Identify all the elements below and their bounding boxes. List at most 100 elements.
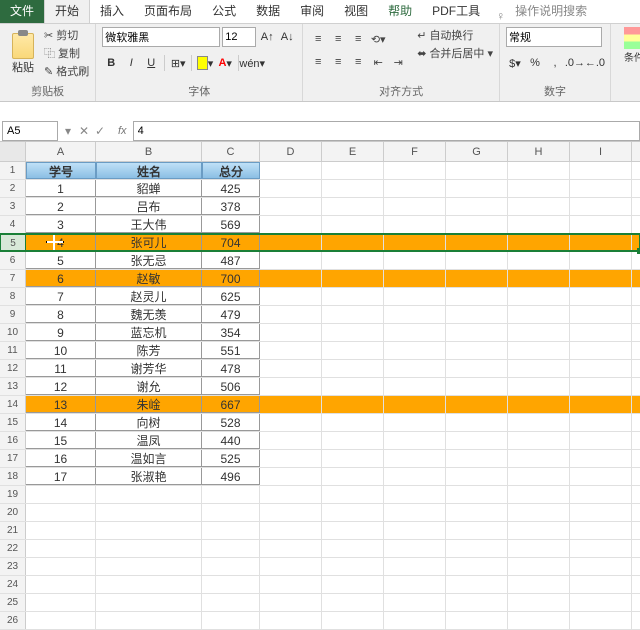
cell[interactable] [570,540,632,557]
wrap-text-button[interactable]: ↵ 自动换行 [417,27,493,43]
cell[interactable] [508,270,570,287]
cell[interactable] [384,234,446,251]
col-header[interactable]: B [96,142,202,161]
row-header[interactable]: 10 [0,324,26,341]
cell[interactable] [322,468,384,485]
align-left-button[interactable]: ≡ [309,53,327,71]
cell[interactable]: 1 [26,180,96,197]
row-header[interactable]: 6 [0,252,26,269]
align-bottom-button[interactable]: ≡ [349,30,367,48]
italic-button[interactable]: I [122,54,140,72]
cell[interactable] [508,198,570,215]
cell[interactable] [384,342,446,359]
cell[interactable] [570,180,632,197]
cell[interactable]: 温如言 [96,450,202,467]
tab-file[interactable]: 文件 [0,0,44,23]
cell[interactable]: 总分 [202,162,260,179]
cell[interactable] [570,594,632,611]
cell[interactable] [508,360,570,377]
cell[interactable] [322,414,384,431]
comma-button[interactable]: , [546,54,564,72]
cell[interactable] [446,558,508,575]
cell[interactable] [322,306,384,323]
cell[interactable]: 学号 [26,162,96,179]
underline-button[interactable]: U [142,54,160,72]
cell[interactable] [260,594,322,611]
row-header[interactable]: 4 [0,216,26,233]
cell[interactable] [26,540,96,557]
cell[interactable] [570,162,632,179]
cell[interactable]: 667 [202,396,260,413]
row-header[interactable]: 18 [0,468,26,485]
cell[interactable] [446,216,508,233]
cell[interactable] [260,360,322,377]
row-header[interactable]: 26 [0,612,26,629]
cell[interactable] [202,594,260,611]
row-header[interactable]: 14 [0,396,26,413]
cell[interactable] [446,252,508,269]
cell[interactable]: 378 [202,198,260,215]
cell[interactable] [508,612,570,629]
tab-review[interactable]: 审阅 [290,0,334,23]
cell[interactable] [322,504,384,521]
row-header[interactable]: 21 [0,522,26,539]
cell[interactable] [384,324,446,341]
cell[interactable]: 张可儿 [96,234,202,251]
align-center-button[interactable]: ≡ [329,53,347,71]
cell[interactable] [322,180,384,197]
cell[interactable] [322,378,384,395]
cell[interactable] [508,540,570,557]
font-size-combo[interactable] [222,27,256,47]
cell[interactable]: 陈芳 [96,342,202,359]
align-right-button[interactable]: ≡ [349,53,367,71]
cell[interactable] [446,486,508,503]
cell[interactable]: 向树 [96,414,202,431]
fill-color-button[interactable]: ▾ [196,54,214,72]
font-name-combo[interactable] [102,27,220,47]
cell[interactable] [260,504,322,521]
cell[interactable] [508,414,570,431]
cell[interactable] [446,180,508,197]
indent-inc-button[interactable]: ⇥ [389,53,407,71]
cell[interactable] [570,216,632,233]
cell[interactable] [384,432,446,449]
cell[interactable]: 谢芳华 [96,360,202,377]
cell[interactable] [322,324,384,341]
cell[interactable] [26,612,96,629]
cell[interactable]: 张淑艳 [96,468,202,485]
cell[interactable]: 17 [26,468,96,485]
row-header[interactable]: 19 [0,486,26,503]
cell[interactable] [202,540,260,557]
cell[interactable] [384,216,446,233]
cell[interactable] [508,252,570,269]
tell-me[interactable]: 操作说明搜索 [505,0,597,23]
cell[interactable] [446,234,508,251]
align-middle-button[interactable]: ≡ [329,30,347,48]
col-header[interactable]: C [202,142,260,161]
row-header[interactable]: 11 [0,342,26,359]
cell[interactable]: 11 [26,360,96,377]
cell[interactable] [96,486,202,503]
cell[interactable] [446,594,508,611]
cell[interactable]: 温凤 [96,432,202,449]
cell[interactable] [508,558,570,575]
cell[interactable]: 4 [26,234,96,251]
phonetic-button[interactable]: wén▾ [243,54,261,72]
cell[interactable] [384,198,446,215]
cell[interactable] [384,252,446,269]
cell[interactable] [570,198,632,215]
cell[interactable] [446,324,508,341]
cell[interactable]: 赵灵儿 [96,288,202,305]
cell[interactable] [260,198,322,215]
cell[interactable] [508,288,570,305]
cell[interactable] [260,450,322,467]
cell[interactable] [508,504,570,521]
row-header[interactable]: 1 [0,162,26,179]
indent-dec-button[interactable]: ⇤ [369,53,387,71]
cell[interactable] [570,378,632,395]
cell[interactable] [570,324,632,341]
cell[interactable] [260,306,322,323]
cell[interactable]: 魏无羡 [96,306,202,323]
cell[interactable] [322,594,384,611]
cell[interactable]: 506 [202,378,260,395]
